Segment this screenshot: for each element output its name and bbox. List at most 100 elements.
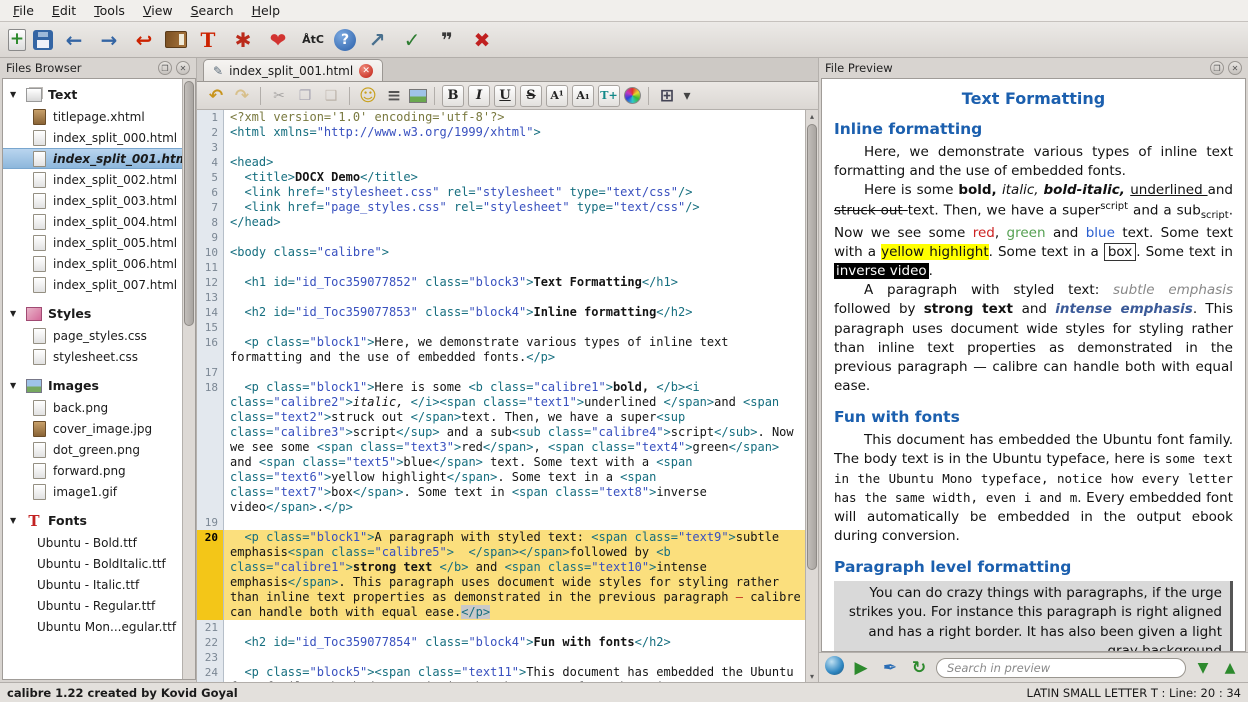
italic-icon[interactable]: I (468, 85, 490, 107)
code-line-8[interactable]: 8</head> (197, 215, 805, 230)
file-item-dot-green-png[interactable]: dot_green.png (3, 439, 182, 460)
file-item-index-split-004-html[interactable]: index_split_004.html (3, 211, 182, 232)
code-line-18[interactable]: 18 <p class="block1">Here is some <b cla… (197, 380, 805, 515)
find-previous-icon[interactable]: ▲ (1218, 656, 1242, 680)
code-line-11[interactable]: 11 (197, 260, 805, 275)
new-file-icon[interactable]: + (8, 29, 26, 51)
subscript-icon[interactable]: A₁ (572, 85, 594, 107)
file-item-index-split-002-html[interactable]: index_split_002.html (3, 169, 182, 190)
file-item-index-split-006-html[interactable]: index_split_006.html (3, 253, 182, 274)
superscript-icon[interactable]: A¹ (546, 85, 568, 107)
live-preview-icon[interactable] (825, 656, 844, 675)
float-panel-icon[interactable]: ❐ (158, 61, 172, 75)
code-line-19[interactable]: 19 (197, 515, 805, 530)
section-header-styles[interactable]: ▼Styles (3, 302, 182, 325)
insert-character-icon[interactable]: ☺ (357, 85, 379, 107)
file-item-ubuntu-mon-egular-ttf[interactable]: Ubuntu Mon...egular.ttf (3, 616, 182, 637)
code-line-20[interactable]: 20 <p class="block1">A paragraph with st… (197, 530, 805, 620)
find-next-icon[interactable]: ▼ (1191, 656, 1215, 680)
donate-icon[interactable]: ❤ (264, 26, 292, 54)
code-line-16[interactable]: 16 <p class="block1">Here, we demonstrat… (197, 335, 805, 365)
collapse-arrow-icon[interactable]: ▼ (10, 381, 20, 390)
sidebar-scrollbar[interactable] (182, 79, 195, 679)
insert-table-icon[interactable]: ⊞ (656, 85, 678, 107)
float-preview-icon[interactable]: ❐ (1210, 61, 1224, 75)
spell-check-icon[interactable]: ✓ (398, 26, 426, 54)
back-icon[interactable]: ← (60, 26, 88, 54)
menu-edit[interactable]: Edit (43, 1, 85, 20)
code-line-21[interactable]: 21 (197, 620, 805, 635)
code-area[interactable]: 1<?xml version='1.0' encoding='utf-8'?>2… (197, 110, 805, 682)
file-item-ubuntu-regular-ttf[interactable]: Ubuntu - Regular.ttf (3, 595, 182, 616)
collapse-arrow-icon[interactable]: ▼ (10, 309, 20, 318)
menu-help[interactable]: Help (243, 1, 290, 20)
code-line-3[interactable]: 3 (197, 140, 805, 155)
close-panel-icon[interactable]: ✕ (176, 61, 190, 75)
file-item-titlepage-xhtml[interactable]: titlepage.xhtml (3, 106, 182, 127)
copy-icon[interactable]: ❐ (294, 85, 316, 107)
tab-index-split-001[interactable]: ✎ index_split_001.html ✕ (203, 59, 383, 81)
scroll-up-icon[interactable]: ▴ (806, 110, 818, 122)
redo-icon[interactable]: ↷ (231, 85, 253, 107)
file-item-stylesheet-css[interactable]: stylesheet.css (3, 346, 182, 367)
close-preview-icon[interactable]: ✕ (1228, 61, 1242, 75)
file-item-index-split-001-html[interactable]: index_split_001.html (3, 148, 182, 169)
menu-search[interactable]: Search (182, 1, 243, 20)
underline-icon[interactable]: U (494, 85, 516, 107)
collapse-arrow-icon[interactable]: ▼ (10, 516, 20, 525)
launch-external-icon[interactable]: ↗ (363, 26, 391, 54)
insert-tag-icon[interactable]: T+ (598, 85, 620, 107)
file-item-ubuntu-bolditalic-ttf[interactable]: Ubuntu - BoldItalic.ttf (3, 553, 182, 574)
file-item-ubuntu-italic-ttf[interactable]: Ubuntu - Italic.ttf (3, 574, 182, 595)
menu-file[interactable]: File (4, 1, 43, 20)
menu-tools[interactable]: Tools (85, 1, 134, 20)
file-item-ubuntu-bold-ttf[interactable]: Ubuntu - Bold.ttf (3, 532, 182, 553)
code-line-6[interactable]: 6 <link href="stylesheet.css" rel="style… (197, 185, 805, 200)
forward-icon[interactable]: → (95, 26, 123, 54)
tab-close-icon[interactable]: ✕ (359, 64, 373, 78)
smarten-punctuation-icon[interactable]: ❞ (433, 26, 461, 54)
code-line-17[interactable]: 17 (197, 365, 805, 380)
section-header-fonts[interactable]: ▼TFonts (3, 509, 182, 532)
editor-scrollbar-thumb[interactable] (807, 124, 817, 570)
view-list-icon[interactable]: ≡ (383, 85, 405, 107)
code-line-1[interactable]: 1<?xml version='1.0' encoding='utf-8'?> (197, 110, 805, 125)
editor-scrollbar[interactable]: ▴ ▾ (805, 110, 818, 682)
preview-search-input[interactable] (936, 658, 1186, 678)
code-line-12[interactable]: 12 <h1 id="id_Toc359077852" class="block… (197, 275, 805, 290)
code-line-9[interactable]: 9 (197, 230, 805, 245)
file-item-index-split-007-html[interactable]: index_split_007.html (3, 274, 182, 295)
check-book-icon[interactable]: ✱ (229, 26, 257, 54)
bold-icon[interactable]: B (442, 85, 464, 107)
file-item-forward-png[interactable]: forward.png (3, 460, 182, 481)
file-item-index-split-005-html[interactable]: index_split_005.html (3, 232, 182, 253)
section-header-text[interactable]: ▼Text (3, 83, 182, 106)
code-line-13[interactable]: 13 (197, 290, 805, 305)
code-line-22[interactable]: 22 <h2 id="id_Toc359077854" class="block… (197, 635, 805, 650)
sidebar-scrollbar-thumb[interactable] (184, 81, 194, 326)
section-header-images[interactable]: ▼Images (3, 374, 182, 397)
menu-view[interactable]: View (134, 1, 182, 20)
sync-highlight-icon[interactable]: ✒ (878, 656, 902, 680)
remove-unused-css-icon[interactable]: ✖ (468, 26, 496, 54)
file-item-cover-image-jpg[interactable]: cover_image.jpg (3, 418, 182, 439)
code-line-4[interactable]: 4<head> (197, 155, 805, 170)
code-line-15[interactable]: 15 (197, 320, 805, 335)
file-item-index-split-000-html[interactable]: index_split_000.html (3, 127, 182, 148)
code-line-24[interactable]: 24 <p class="block5"><span class="text11… (197, 665, 805, 682)
preview-book-icon[interactable] (165, 31, 187, 48)
code-line-7[interactable]: 7 <link href="page_styles.css" rel="styl… (197, 200, 805, 215)
help-icon[interactable]: ? (334, 29, 356, 51)
code-line-5[interactable]: 5 <title>DOCX Demo</title> (197, 170, 805, 185)
file-item-index-split-003-html[interactable]: index_split_003.html (3, 190, 182, 211)
file-item-back-png[interactable]: back.png (3, 397, 182, 418)
cut-icon[interactable]: ✂ (268, 85, 290, 107)
revert-icon[interactable]: ↩ (130, 26, 158, 54)
collapse-arrow-icon[interactable]: ▼ (10, 90, 20, 99)
undo-icon[interactable]: ↶ (205, 85, 227, 107)
strike-icon[interactable]: S (520, 85, 542, 107)
code-line-23[interactable]: 23 (197, 650, 805, 665)
code-line-2[interactable]: 2<html xmlns="http://www.w3.org/1999/xht… (197, 125, 805, 140)
scroll-down-icon[interactable]: ▾ (806, 670, 818, 682)
edit-toc-icon[interactable]: T (194, 26, 222, 54)
